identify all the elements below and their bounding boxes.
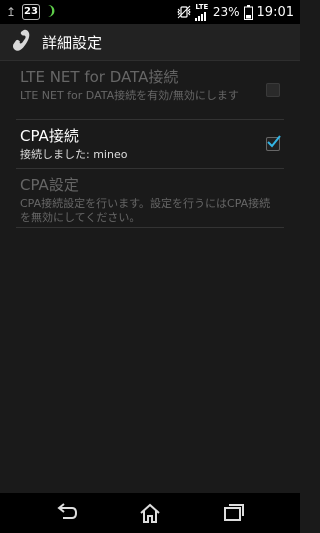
clock: 19:01 (256, 4, 294, 20)
setting-title: LTE NET for DATA接続 (20, 68, 179, 86)
navigation-bar (0, 493, 300, 533)
setting-cpa-settings[interactable]: CPA設定 CPA接続設定を行います。設定を行うにはCPA接続を無効にしてくださ… (16, 169, 284, 228)
setting-cpa-connection[interactable]: CPA接続 接続しました: mineo (16, 120, 284, 169)
checkmark-icon (267, 135, 281, 148)
data-transfer-icon: ❩ (46, 4, 57, 19)
recents-icon[interactable] (222, 502, 246, 524)
page-title: 詳細設定 (42, 33, 103, 52)
settings-list: LTE NET for DATA接続 LTE NET for DATA接続を有効… (0, 61, 300, 228)
cpa-connection-checkbox[interactable] (266, 135, 281, 151)
usb-icon: ↥ (6, 5, 17, 19)
network-type-label: LTE (195, 3, 209, 11)
setting-title: CPA接続 (20, 127, 79, 145)
home-icon[interactable] (138, 502, 162, 524)
signal-indicator: LTE (194, 3, 209, 21)
back-icon[interactable] (54, 502, 78, 524)
action-bar: 詳細設定 (0, 24, 300, 61)
signal-icon (194, 12, 206, 21)
setting-summary: CPA接続設定を行います。設定を行うにはCPA接続を無効にしてください。 (20, 197, 271, 224)
status-bar: ↥ 23 ❩ LTE 23% 19:01 (0, 0, 300, 24)
notification-count-badge: 23 (22, 4, 40, 20)
vibrate-icon (177, 5, 191, 19)
battery-percent: 23% (212, 5, 240, 19)
setting-lte-net-for-data[interactable]: LTE NET for DATA接続 LTE NET for DATA接続を有効… (16, 61, 284, 120)
battery-icon (243, 4, 253, 20)
setting-title: CPA設定 (20, 176, 79, 194)
lte-net-checkbox[interactable] (266, 83, 280, 97)
setting-summary: LTE NET for DATA接続を有効/無効にします (20, 89, 239, 102)
setting-summary: 接続しました: mineo (20, 148, 128, 161)
phone-handset-icon[interactable] (8, 29, 34, 55)
